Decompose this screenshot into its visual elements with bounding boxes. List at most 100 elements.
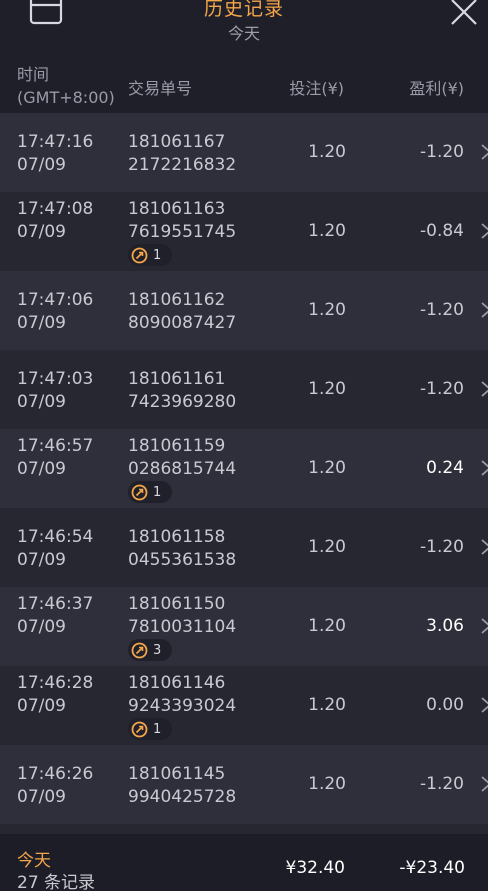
row-time-clock: 17:47:06	[17, 290, 94, 310]
chevron-right-icon	[481, 618, 488, 634]
history-screen: 历史记录 今天 时间 (GMT+8:00) 交易单号 投注(¥) 盈利(¥) 1…	[0, 0, 488, 891]
multiplier-badge: 3	[128, 639, 172, 661]
row-order-number: 181061146 9243393024	[128, 672, 236, 718]
multiplier-badge-count: 3	[153, 642, 162, 658]
multiplier-badge-count: 1	[153, 247, 162, 263]
row-order-part1: 181061163	[128, 199, 226, 219]
page-title: 历史记录	[203, 0, 284, 20]
row-order-part2: 7810031104	[128, 617, 237, 637]
row-time: 17:46:26 07/09	[17, 763, 93, 809]
row-order-part1: 181061146	[128, 673, 226, 693]
row-time-date: 07/09	[17, 459, 66, 479]
row-profit: 3.06	[426, 616, 464, 636]
column-bet: 投注(¥)	[289, 79, 344, 98]
row-time: 17:47:16 07/09	[17, 131, 93, 177]
row-profit: -1.20	[420, 379, 464, 399]
row-time-clock: 17:47:03	[17, 369, 94, 389]
row-order-part2: 0455361538	[128, 550, 237, 570]
row-order-part1: 181061158	[128, 527, 226, 547]
table-row[interactable]: 17:47:06 07/09 181061162 8090087427 1.20…	[0, 271, 488, 350]
table-row[interactable]: 17:46:37 07/09 181061150 7810031104 3 1.…	[0, 587, 488, 666]
row-time-clock: 17:47:08	[17, 199, 94, 219]
table-row[interactable]: 17:46:54 07/09 181061158 0455361538 1.20…	[0, 508, 488, 587]
row-time-clock: 17:46:26	[17, 764, 94, 784]
row-time-date: 07/09	[17, 617, 66, 637]
chevron-right-icon	[481, 302, 488, 318]
chevron-right-icon	[481, 697, 488, 713]
row-order-part2: 7619551745	[128, 222, 237, 242]
multiplier-badge-icon	[131, 642, 148, 658]
summary-total-profit: -¥23.40	[399, 858, 465, 878]
column-time: 时间 (GMT+8:00)	[17, 63, 115, 109]
row-time-date: 07/09	[17, 222, 66, 242]
row-bet: 1.20	[308, 379, 346, 399]
row-time-date: 07/09	[17, 392, 66, 412]
row-time-clock: 17:46:28	[17, 673, 94, 693]
row-time-clock: 17:46:57	[17, 436, 94, 456]
summary-footer: 今天 27 条记录 ¥32.40 -¥23.40	[0, 834, 488, 891]
table-row[interactable]: 17:47:03 07/09 181061161 7423969280 1.20…	[0, 350, 488, 429]
column-time-zone: (GMT+8:00)	[17, 88, 115, 107]
multiplier-badge-icon	[131, 484, 148, 500]
chevron-right-icon	[481, 144, 488, 160]
row-profit: -1.20	[420, 142, 464, 162]
table-row[interactable]: 17:46:57 07/09 181061159 0286815744 1 1.…	[0, 429, 488, 508]
column-header: 时间 (GMT+8:00) 交易单号 投注(¥) 盈利(¥)	[0, 58, 488, 113]
table-row[interactable]: 17:46:26 07/09 181061145 9940425728 1.20…	[0, 745, 488, 824]
chevron-right-icon	[481, 539, 488, 555]
row-order-number: 181061162 8090087427	[128, 289, 236, 335]
header-bar: 历史记录 今天	[0, 0, 488, 58]
row-time: 17:47:06 07/09	[17, 289, 93, 335]
row-time-date: 07/09	[17, 550, 66, 570]
row-time-clock: 17:47:16	[17, 132, 94, 152]
table-row[interactable]: 17:47:16 07/09 181061167 2172216832 1.20…	[0, 113, 488, 192]
summary-total-bet: ¥32.40	[285, 858, 345, 878]
column-order: 交易单号	[128, 79, 193, 98]
row-time-date: 07/09	[17, 696, 66, 716]
row-order-part2: 0286815744	[128, 459, 237, 479]
row-bet: 1.20	[308, 774, 346, 794]
row-profit: -0.84	[420, 221, 464, 241]
row-bet: 1.20	[308, 537, 346, 557]
chevron-right-icon	[481, 223, 488, 239]
row-bet: 1.20	[308, 142, 346, 162]
row-order-number: 181061167 2172216832	[128, 131, 236, 177]
row-time-clock: 17:46:37	[17, 594, 94, 614]
row-profit: -1.20	[420, 774, 464, 794]
multiplier-badge: 1	[128, 718, 172, 740]
summary-record-count: 27 条记录	[17, 873, 96, 891]
row-order-part2: 9243393024	[128, 696, 237, 716]
row-order-part1: 181061161	[128, 369, 226, 389]
row-time-date: 07/09	[17, 787, 66, 807]
chevron-right-icon	[481, 460, 488, 476]
close-icon[interactable]	[446, 0, 482, 30]
row-bet: 1.20	[308, 300, 346, 320]
row-order-part2: 7423969280	[128, 392, 237, 412]
row-order-number: 181061163 7619551745	[128, 198, 236, 244]
table-row[interactable]: 17:47:08 07/09 181061163 7619551745 1 1.…	[0, 192, 488, 271]
row-time: 17:47:03 07/09	[17, 368, 93, 414]
row-profit: 0.24	[426, 458, 464, 478]
column-time-label: 时间	[17, 65, 50, 84]
row-order-part1: 181061162	[128, 290, 226, 310]
row-profit: -1.20	[420, 537, 464, 557]
multiplier-badge-count: 1	[153, 484, 162, 500]
row-order-part1: 181061150	[128, 594, 226, 614]
row-time: 17:47:08 07/09	[17, 198, 93, 244]
row-time-clock: 17:46:54	[17, 527, 94, 547]
chevron-right-icon	[481, 776, 488, 792]
row-time-date: 07/09	[17, 313, 66, 333]
row-bet: 1.20	[308, 695, 346, 715]
row-order-part1: 181061167	[128, 132, 226, 152]
row-time: 17:46:57 07/09	[17, 435, 93, 481]
multiplier-badge-count: 1	[153, 721, 162, 737]
row-profit: -1.20	[420, 300, 464, 320]
table-row[interactable]: 17:46:28 07/09 181061146 9243393024 1 1.…	[0, 666, 488, 745]
row-order-part2: 8090087427	[128, 313, 237, 333]
multiplier-badge: 1	[128, 244, 172, 266]
row-bet: 1.20	[308, 616, 346, 636]
row-order-part2: 2172216832	[128, 155, 237, 175]
row-order-number: 181061150 7810031104	[128, 593, 236, 639]
row-profit: 0.00	[426, 695, 464, 715]
row-bet: 1.20	[308, 458, 346, 478]
